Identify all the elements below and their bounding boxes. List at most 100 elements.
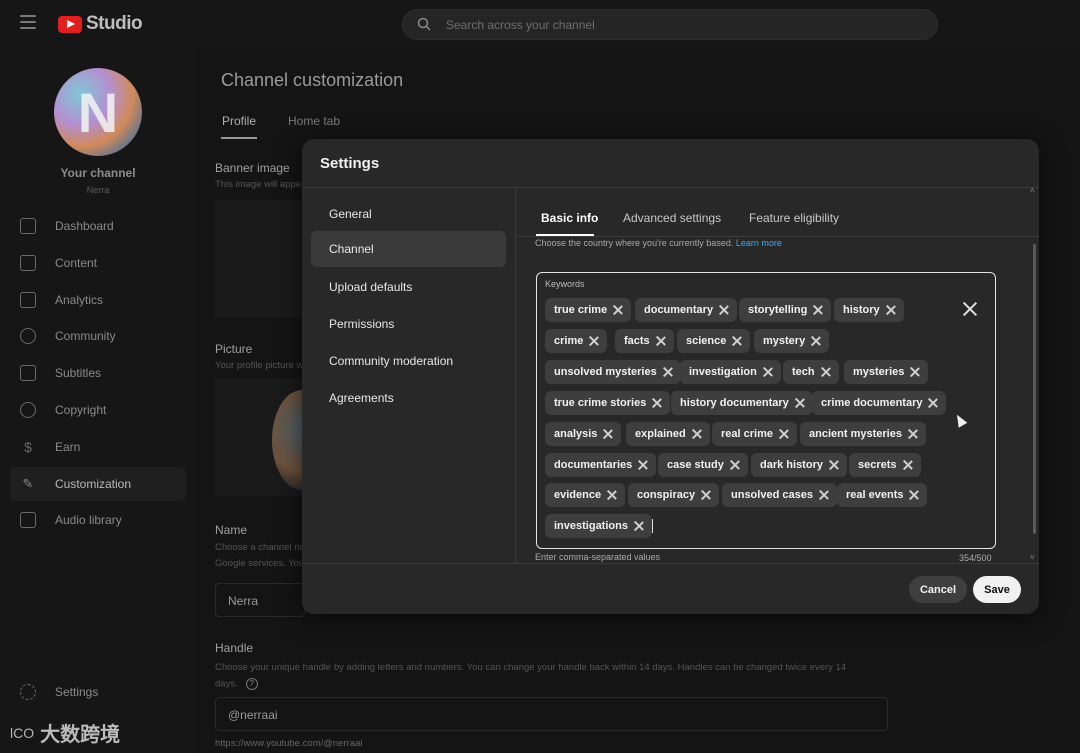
tab-home[interactable]: Home tab (288, 114, 340, 128)
save-button[interactable]: Save (973, 576, 1021, 603)
close-icon[interactable] (819, 490, 829, 500)
menu-item-agreements[interactable]: Agreements (311, 380, 506, 416)
sidebar-item-content[interactable]: Content (10, 246, 186, 280)
close-icon[interactable] (908, 429, 918, 439)
tab-profile[interactable]: Profile (222, 114, 256, 128)
text-caret (652, 519, 653, 533)
close-icon[interactable] (732, 336, 742, 346)
close-icon[interactable] (701, 490, 711, 500)
close-icon[interactable] (909, 490, 919, 500)
keyword-chip: investigations (545, 514, 652, 538)
sidebar-item-label: Content (55, 256, 98, 270)
menu-item-community-moderation[interactable]: Community moderation (311, 343, 506, 379)
close-icon[interactable] (763, 367, 773, 377)
keyword-text: mystery (763, 335, 806, 347)
close-icon[interactable] (603, 429, 613, 439)
search-bar[interactable]: Search across your channel (402, 9, 938, 40)
close-icon[interactable] (652, 398, 662, 408)
gear-icon (20, 684, 36, 700)
analytics-icon (20, 292, 36, 308)
sidebar-item-analytics[interactable]: Analytics (10, 283, 186, 317)
avatar-letter: N (77, 80, 119, 144)
close-icon[interactable] (613, 305, 623, 315)
handle-url[interactable]: https://www.youtube.com/@nerraai (215, 738, 362, 749)
copyright-icon (20, 402, 36, 418)
close-icon[interactable] (811, 336, 821, 346)
keyword-chip: tech (783, 360, 839, 384)
sidebar-item-community[interactable]: Community (10, 319, 186, 353)
cancel-button[interactable]: Cancel (909, 576, 967, 603)
close-icon[interactable] (730, 460, 740, 470)
keyword-chip: real crime (712, 422, 797, 446)
scrollbar[interactable] (1033, 244, 1036, 534)
keyword-chip: ancient mysteries (800, 422, 926, 446)
sidebar-item-customization[interactable]: ✎ Customization (10, 467, 186, 501)
close-icon[interactable] (928, 398, 938, 408)
clear-all-icon[interactable] (962, 301, 978, 317)
close-icon[interactable] (589, 336, 599, 346)
learn-more-link[interactable]: Learn more (736, 238, 782, 248)
menu-icon[interactable] (20, 15, 36, 29)
sidebar-item-audio-library[interactable]: Audio library (10, 503, 186, 537)
country-hint-text: Choose the country where you're currentl… (535, 238, 734, 248)
close-icon[interactable] (821, 367, 831, 377)
keyword-text: investigations (554, 520, 628, 532)
youtube-play-icon (58, 15, 82, 33)
keyword-chip: true crime stories (545, 391, 671, 415)
sidebar-item-dashboard[interactable]: Dashboard (10, 209, 186, 243)
search-input[interactable]: Search across your channel (446, 18, 595, 32)
name-value: Nerra (228, 594, 259, 608)
tab-basic-info[interactable]: Basic info (541, 211, 598, 225)
menu-item-permissions[interactable]: Permissions (311, 306, 506, 342)
close-icon[interactable] (663, 367, 673, 377)
keyword-chip: history documentary (671, 391, 813, 415)
sidebar-item-subtitles[interactable]: Subtitles (10, 356, 186, 390)
help-icon[interactable]: ? (245, 678, 258, 690)
customization-icon: ✎ (22, 476, 34, 491)
keyword-chip: evidence (545, 483, 626, 507)
scroll-down-icon[interactable]: ˅ (1030, 553, 1035, 562)
name-field[interactable]: Nerra (215, 583, 305, 617)
handle-field[interactable]: @nerraai (215, 697, 888, 731)
tab-advanced-settings[interactable]: Advanced settings (623, 211, 721, 225)
sidebar-item-label: Dashboard (55, 219, 114, 233)
sidebar-item-earn[interactable]: $ Earn (10, 430, 186, 464)
close-icon[interactable] (779, 429, 789, 439)
keywords-hint: Enter comma-separated values (535, 552, 661, 562)
close-icon[interactable] (886, 305, 896, 315)
avatar[interactable]: N (54, 68, 142, 156)
menu-item-general[interactable]: General (311, 196, 506, 232)
close-icon[interactable] (719, 305, 729, 315)
divider (515, 187, 516, 563)
watermark: lCO 大数跨境 (10, 718, 120, 747)
menu-item-label: Upload defaults (329, 280, 413, 294)
keyword-chip: crime documentary (812, 391, 947, 415)
sidebar-item-settings[interactable]: Settings (10, 675, 186, 709)
close-icon[interactable] (903, 460, 913, 470)
sidebar-item-label: Subtitles (55, 366, 102, 380)
sidebar-item-label: Customization (55, 477, 132, 491)
close-icon[interactable] (607, 490, 617, 500)
studio-logo[interactable]: Studio (58, 13, 143, 35)
logo-text: Studio (86, 13, 143, 34)
sidebar-item-copyright[interactable]: Copyright (10, 393, 186, 427)
close-icon[interactable] (656, 336, 666, 346)
close-icon[interactable] (638, 460, 648, 470)
name-sub: Choose a channel name that represents yo… (215, 542, 303, 553)
close-icon[interactable] (829, 460, 839, 470)
close-icon[interactable] (813, 305, 823, 315)
keywords-label: Keywords (545, 279, 585, 289)
keywords-field[interactable]: Keywords true crime documentary storytel… (536, 272, 996, 549)
keyword-text: real crime (721, 428, 773, 440)
keyword-text: storytelling (748, 304, 808, 316)
close-icon[interactable] (910, 367, 920, 377)
scroll-up-icon[interactable]: ˄ (1030, 186, 1035, 195)
close-icon[interactable] (795, 398, 805, 408)
tab-feature-eligibility[interactable]: Feature eligibility (749, 211, 839, 225)
close-icon[interactable] (634, 521, 644, 531)
sidebar-item-label: Settings (55, 685, 99, 699)
close-icon[interactable] (692, 429, 702, 439)
channel-name: Your channel (60, 166, 136, 180)
menu-item-upload-defaults[interactable]: Upload defaults (311, 269, 506, 305)
menu-item-channel[interactable]: Channel (311, 231, 506, 267)
